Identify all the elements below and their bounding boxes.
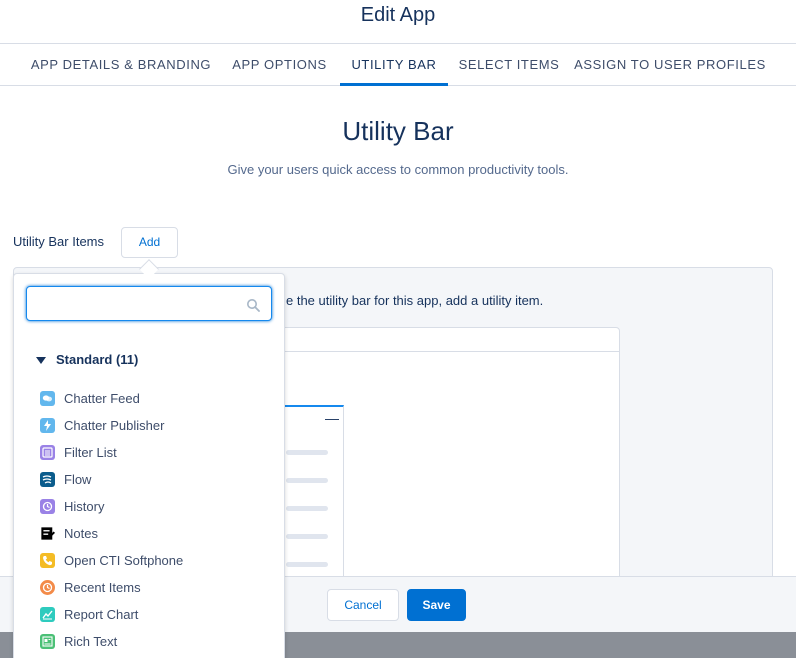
- panel-message: e the utility bar for this app, add a ut…: [286, 293, 544, 308]
- tab-app-options[interactable]: APP OPTIONS: [222, 44, 337, 85]
- preview-utility-panel: [282, 405, 344, 580]
- tab-select-items[interactable]: SELECT ITEMS: [452, 44, 566, 85]
- list-item-report-chart[interactable]: Report Chart: [40, 605, 270, 625]
- list-item-rich-text[interactable]: Rich Text: [40, 632, 270, 652]
- tab-app-details-branding[interactable]: APP DETAILS & BRANDING: [26, 44, 216, 85]
- search-input[interactable]: [26, 286, 272, 321]
- section-subtitle: Give your users quick access to common p…: [227, 162, 569, 177]
- chevron-down-icon[interactable]: [36, 355, 46, 365]
- list-item-filter-list[interactable]: Filter List: [40, 443, 270, 463]
- chatter-feed-icon: [40, 391, 55, 406]
- preview-line: [286, 534, 328, 539]
- list-item-recent-items[interactable]: Recent Items: [40, 578, 270, 598]
- list-icon: [40, 445, 55, 460]
- phone-icon: [40, 553, 55, 568]
- list-item-chatter-feed[interactable]: Chatter Feed: [40, 389, 270, 409]
- utility-bar-items-label: Utility Bar Items: [13, 234, 105, 249]
- group-label-standard: Standard (11): [56, 352, 139, 367]
- preview-divider: [270, 351, 620, 352]
- clock-icon: [40, 499, 55, 514]
- list-item-flow[interactable]: Flow: [40, 470, 270, 490]
- lightning-icon: [40, 418, 55, 433]
- add-button[interactable]: Add: [121, 227, 178, 258]
- modal-title: Edit App: [360, 4, 436, 26]
- clock-icon: [40, 580, 55, 595]
- modal-header: Edit App: [0, 0, 796, 44]
- chart-icon: [40, 607, 55, 622]
- flow-icon: [40, 472, 55, 487]
- list-item-open-cti-softphone[interactable]: Open CTI Softphone: [40, 551, 270, 571]
- list-item-notes[interactable]: Notes: [40, 524, 270, 544]
- add-item-dropdown: [13, 273, 285, 658]
- tab-utility-bar[interactable]: UTILITY BAR: [340, 44, 448, 86]
- minimize-icon: —: [325, 410, 339, 426]
- section-title: Utility Bar: [342, 116, 454, 146]
- list-item-chatter-publisher[interactable]: Chatter Publisher: [40, 416, 270, 436]
- list-item-history[interactable]: History: [40, 497, 270, 517]
- preview-line: [286, 478, 328, 483]
- tab-bar: APP DETAILS & BRANDING APP OPTIONS UTILI…: [0, 44, 796, 86]
- preview-line: [286, 562, 328, 567]
- search-icon: [247, 299, 260, 312]
- notes-icon: [40, 526, 55, 541]
- save-button[interactable]: Save: [407, 589, 466, 621]
- text-icon: [40, 634, 55, 649]
- tab-assign-to-user-profiles[interactable]: ASSIGN TO USER PROFILES: [572, 44, 768, 85]
- preview-line: [286, 450, 328, 455]
- preview-line: [286, 506, 328, 511]
- cancel-button[interactable]: Cancel: [327, 589, 399, 621]
